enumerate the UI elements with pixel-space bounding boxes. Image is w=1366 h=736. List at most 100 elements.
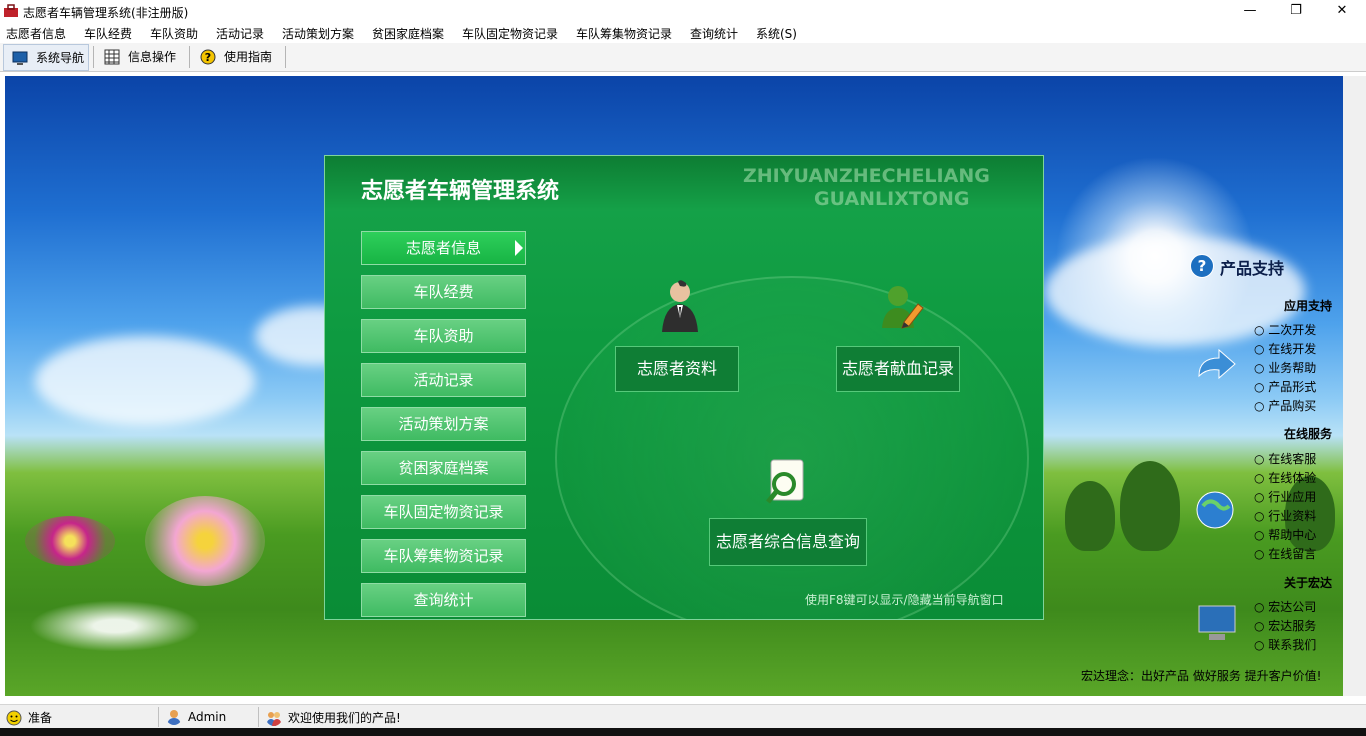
support-link[interactable]: ○ 在线开发 bbox=[1254, 340, 1316, 357]
toolbar: 系统导航 信息操作 ? 使用指南 bbox=[0, 43, 1366, 72]
support-link[interactable]: ○ 在线体验 bbox=[1254, 469, 1316, 486]
globe-arrow-icon bbox=[1196, 491, 1234, 529]
volunteer-profile-button[interactable]: 志愿者资料 bbox=[615, 346, 739, 392]
globe-watermark bbox=[555, 276, 1029, 619]
right-edge bbox=[1343, 76, 1366, 696]
pink-flower bbox=[145, 496, 265, 586]
cloud bbox=[35, 336, 255, 426]
status-ready: 准备 bbox=[6, 709, 52, 726]
users-group-icon bbox=[266, 711, 282, 726]
status-separator bbox=[258, 707, 259, 727]
nav-item-query-statistics[interactable]: 查询统计 bbox=[361, 583, 526, 617]
toolbar-separator bbox=[93, 46, 94, 68]
menu-activity-records[interactable]: 活动记录 bbox=[216, 25, 264, 42]
document-search-icon bbox=[766, 459, 804, 504]
user-edit-icon bbox=[882, 286, 924, 329]
computer-monitor-icon bbox=[1198, 605, 1236, 640]
nav-label: 活动记录 bbox=[413, 371, 474, 389]
grid-icon bbox=[104, 49, 120, 64]
menu-system[interactable]: 系统(S) bbox=[756, 25, 797, 42]
menu-volunteer-info[interactable]: 志愿者信息 bbox=[6, 25, 66, 42]
arrow-right-icon bbox=[515, 240, 523, 256]
user-guide-tab[interactable]: ? 使用指南 bbox=[192, 44, 282, 69]
support-link[interactable]: ○ 宏达公司 bbox=[1254, 598, 1316, 615]
status-face-icon bbox=[6, 710, 22, 725]
support-heading-about: 关于宏达 bbox=[1284, 576, 1333, 590]
nav-label: 志愿者信息 bbox=[405, 239, 481, 257]
nav-item-fixed-materials[interactable]: 车队固定物资记录 bbox=[361, 495, 526, 529]
help-question-icon: ? bbox=[200, 49, 216, 64]
pink-flower bbox=[25, 516, 115, 566]
support-link[interactable]: ○ 联系我们 bbox=[1254, 636, 1316, 653]
app-toolbox-icon bbox=[4, 4, 18, 17]
support-link[interactable]: ○ 帮助中心 bbox=[1254, 526, 1316, 543]
toolbar-separator bbox=[189, 46, 190, 68]
support-link[interactable]: ○ 行业应用 bbox=[1254, 488, 1316, 505]
forward-arrow-icon bbox=[1198, 348, 1236, 380]
support-link[interactable]: ○ 在线客服 bbox=[1254, 450, 1316, 467]
window-title: 志愿者车辆管理系统(非注册版) bbox=[23, 6, 189, 20]
panel-header: 志愿者车辆管理系统 ZHIYUANZHECHELIANG GUANLIXTONG bbox=[325, 156, 1043, 211]
support-link[interactable]: ○ 宏达服务 bbox=[1254, 617, 1316, 634]
nav-item-fleet-funds[interactable]: 车队经费 bbox=[361, 275, 526, 309]
nav-label: 活动策划方案 bbox=[398, 415, 489, 433]
panel-pinyin-line1: ZHIYUANZHECHELIANG bbox=[743, 165, 990, 187]
white-daisies bbox=[15, 596, 215, 656]
support-link[interactable]: ○ 产品购买 bbox=[1254, 397, 1316, 414]
menu-bar: 志愿者信息 车队经费 车队资助 活动记录 活动策划方案 贫困家庭档案 车队固定物… bbox=[0, 23, 1366, 43]
volunteer-comprehensive-query-button[interactable]: 志愿者综合信息查询 bbox=[709, 518, 867, 566]
taskbar-strip bbox=[0, 728, 1366, 736]
volunteer-blood-donation-button[interactable]: 志愿者献血记录 bbox=[836, 346, 960, 392]
close-button[interactable]: ✕ bbox=[1319, 0, 1365, 23]
nav-item-activity-records[interactable]: 活动记录 bbox=[361, 363, 526, 397]
title-bar: 志愿者车辆管理系统(非注册版) — ❐ ✕ bbox=[0, 0, 1366, 23]
status-user: Admin bbox=[166, 709, 226, 725]
nav-item-fleet-sponsorship[interactable]: 车队资助 bbox=[361, 319, 526, 353]
status-welcome-text: 欢迎使用我们的产品! bbox=[288, 711, 401, 725]
nav-item-activity-plans[interactable]: 活动策划方案 bbox=[361, 407, 526, 441]
support-link[interactable]: ○ 行业资料 bbox=[1254, 507, 1316, 524]
support-link[interactable]: ○ 在线留言 bbox=[1254, 545, 1316, 562]
monitor-icon bbox=[12, 51, 28, 65]
product-support-title: 产品支持 bbox=[1220, 259, 1285, 278]
tree bbox=[1120, 461, 1180, 551]
panel-pinyin-line2: GUANLIXTONG bbox=[814, 188, 970, 210]
toolbar-separator bbox=[285, 46, 286, 68]
navigation-background: 志愿者车辆管理系统 ZHIYUANZHECHELIANG GUANLIXTONG… bbox=[5, 76, 1343, 696]
nav-item-volunteer-info[interactable]: 志愿者信息 bbox=[361, 231, 526, 265]
menu-fleet-sponsorship[interactable]: 车队资助 bbox=[150, 25, 198, 42]
status-bar: 准备 Admin 欢迎使用我们的产品! bbox=[0, 704, 1366, 729]
menu-activity-plans[interactable]: 活动策划方案 bbox=[282, 25, 354, 42]
nav-label: 车队资助 bbox=[413, 327, 474, 345]
menu-raised-materials[interactable]: 车队筹集物资记录 bbox=[576, 25, 672, 42]
nav-item-raised-materials[interactable]: 车队筹集物资记录 bbox=[361, 539, 526, 573]
support-link[interactable]: ○ 二次开发 bbox=[1254, 321, 1316, 338]
user-icon bbox=[167, 710, 181, 725]
nav-label: 车队固定物资记录 bbox=[383, 503, 504, 521]
maximize-button[interactable]: ❐ bbox=[1273, 0, 1319, 23]
system-nav-label: 系统导航 bbox=[36, 51, 85, 65]
menu-fixed-materials[interactable]: 车队固定物资记录 bbox=[462, 25, 558, 42]
support-link[interactable]: ○ 产品形式 bbox=[1254, 378, 1316, 395]
nav-label: 车队经费 bbox=[413, 283, 474, 301]
user-guide-label: 使用指南 bbox=[224, 50, 273, 64]
status-separator bbox=[158, 707, 159, 727]
menu-query-statistics[interactable]: 查询统计 bbox=[690, 25, 738, 42]
tree bbox=[1065, 481, 1115, 551]
panel-title: 志愿者车辆管理系统 bbox=[361, 179, 560, 204]
support-link[interactable]: ○ 业务帮助 bbox=[1254, 359, 1316, 376]
info-operation-tab[interactable]: 信息操作 bbox=[96, 44, 186, 69]
nav-label: 查询统计 bbox=[413, 591, 474, 609]
menu-fleet-funds[interactable]: 车队经费 bbox=[84, 25, 132, 42]
system-nav-tab[interactable]: 系统导航 bbox=[3, 44, 89, 71]
nav-item-poor-family-files[interactable]: 贫困家庭档案 bbox=[361, 451, 526, 485]
support-heading-online: 在线服务 bbox=[1284, 427, 1333, 441]
menu-poor-family-files[interactable]: 贫困家庭档案 bbox=[372, 25, 444, 42]
minimize-button[interactable]: — bbox=[1227, 0, 1273, 23]
system-navigation-panel: 志愿者车辆管理系统 ZHIYUANZHECHELIANG GUANLIXTONG… bbox=[324, 155, 1044, 620]
nav-label: 贫困家庭档案 bbox=[398, 459, 489, 477]
company-motto: 宏达理念：出好产品 做好服务 提升客户价值! bbox=[1081, 669, 1322, 683]
f8-hint: 使用F8键可以显示/隐藏当前导航窗口 bbox=[805, 593, 1004, 607]
support-heading-app: 应用支持 bbox=[1284, 299, 1333, 313]
info-operation-label: 信息操作 bbox=[128, 50, 177, 64]
